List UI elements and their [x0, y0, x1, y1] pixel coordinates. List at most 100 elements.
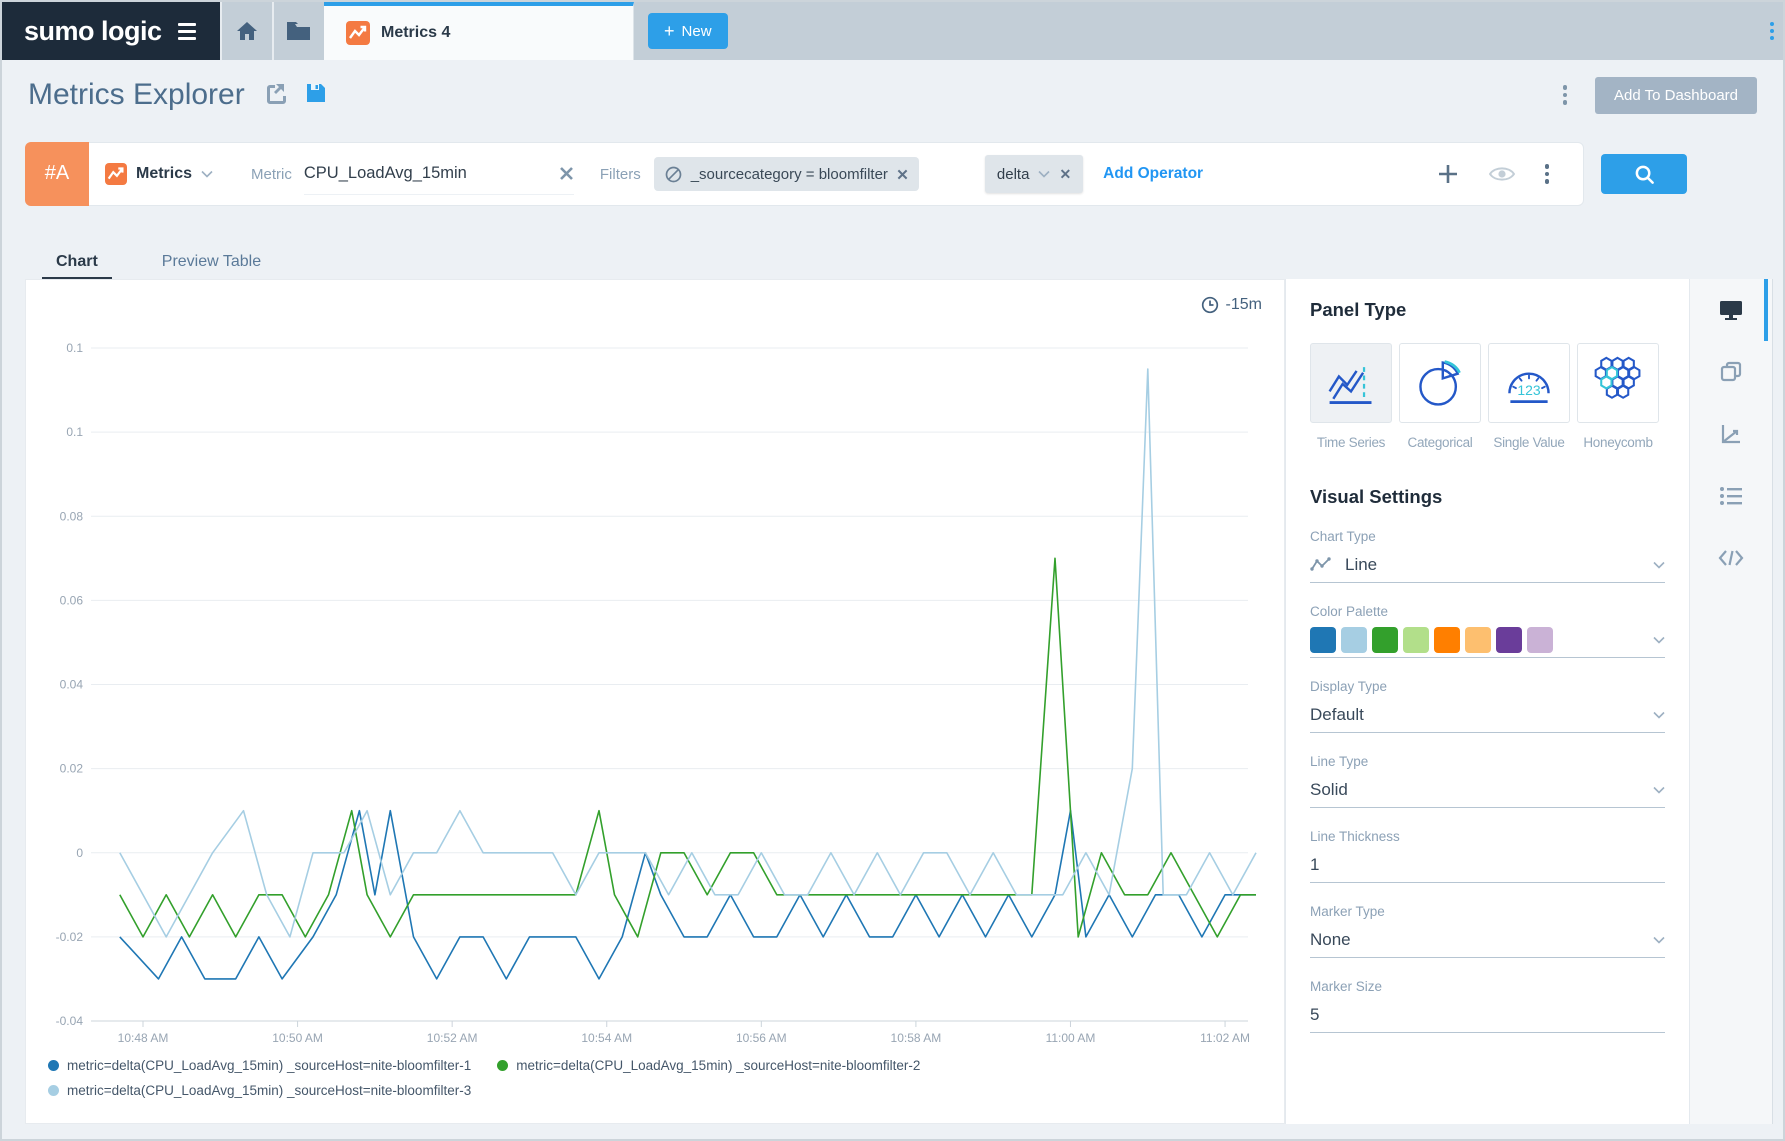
clear-metric-icon[interactable]	[559, 166, 574, 181]
legend-dot	[48, 1060, 59, 1071]
y-axis-tick-label: -0.04	[56, 1014, 84, 1028]
legend-entry[interactable]: metric=delta(CPU_LoadAvg_15min) _sourceH…	[48, 1058, 471, 1073]
remove-operator-icon[interactable]: ✕	[1059, 166, 1071, 183]
visibility-eye-icon[interactable]	[1489, 165, 1515, 183]
time-range-label: -15m	[1226, 296, 1262, 314]
time-range-control[interactable]: -15m	[1201, 296, 1262, 314]
metric-field: Metric CPU_LoadAvg_15min	[251, 153, 574, 195]
rail-legend-list-button[interactable]	[1690, 465, 1772, 527]
new-button[interactable]: + New	[648, 13, 728, 49]
panel-type-single-value[interactable]: 123	[1488, 343, 1570, 423]
add-to-dashboard-button[interactable]: Add To Dashboard	[1595, 77, 1757, 114]
list-icon	[1719, 486, 1743, 506]
panel-type-honeycomb[interactable]	[1577, 343, 1659, 423]
add-operator-link[interactable]: Add Operator	[1103, 165, 1203, 183]
metric-input[interactable]: CPU_LoadAvg_15min	[304, 164, 559, 183]
palette-swatch	[1527, 627, 1553, 653]
legend-entry[interactable]: metric=delta(CPU_LoadAvg_15min) _sourceH…	[48, 1083, 471, 1098]
page-title: Metrics Explorer	[28, 78, 245, 112]
chart-type-select[interactable]: Line	[1310, 553, 1665, 583]
visual-settings-title: Visual Settings	[1310, 486, 1665, 508]
top-bar: sumo logic Metrics 4 + New	[2, 2, 1783, 60]
open-in-new-button[interactable]	[263, 81, 287, 110]
line-chart-icon	[1310, 557, 1332, 572]
time-series-plot[interactable]: 0.10.10.080.060.040.020-0.02-0.0410:48 A…	[26, 280, 1284, 1052]
add-query-icon[interactable]	[1437, 163, 1459, 185]
categorical-pie-icon	[1412, 356, 1468, 410]
overlapping-panels-icon	[1719, 360, 1743, 384]
chart-legend: metric=delta(CPU_LoadAvg_15min) _sourceH…	[48, 1058, 920, 1098]
metric-field-label: Metric	[251, 166, 292, 183]
tab-metrics-4[interactable]: Metrics 4	[324, 2, 634, 60]
monitor-icon	[1718, 298, 1744, 322]
rail-overlay-button[interactable]	[1690, 341, 1772, 403]
display-type-select[interactable]: Default	[1310, 703, 1665, 733]
palette-swatches	[1310, 627, 1553, 653]
library-button[interactable]	[272, 2, 324, 60]
line-thickness-input[interactable]: 1	[1310, 853, 1665, 883]
series-line-1[interactable]	[120, 811, 1256, 979]
chart-axes-icon	[1719, 422, 1743, 446]
query-kebab-menu[interactable]	[1545, 164, 1550, 184]
operator-chip-delta[interactable]: delta ✕	[985, 155, 1083, 193]
line-type-select[interactable]: Solid	[1310, 778, 1665, 808]
x-axis-tick-label: 10:48 AM	[118, 1031, 169, 1045]
legend-label: metric=delta(CPU_LoadAvg_15min) _sourceH…	[67, 1083, 471, 1098]
metrics-icon	[105, 163, 127, 185]
legend-entry[interactable]: metric=delta(CPU_LoadAvg_15min) _sourceH…	[497, 1058, 920, 1073]
panel-type-categorical[interactable]	[1399, 343, 1481, 423]
chevron-down-icon	[1653, 711, 1665, 719]
time-series-icon	[1323, 356, 1379, 410]
remove-filter-icon[interactable]	[897, 169, 908, 180]
palette-swatch	[1372, 627, 1398, 653]
header-row: Metrics Explorer Add To Dashboard	[2, 60, 1783, 130]
filter-chip[interactable]: _sourcecategory = bloomfilter	[654, 157, 919, 191]
panel-type-time-series[interactable]	[1310, 343, 1392, 423]
series-line-2[interactable]	[120, 558, 1256, 937]
color-palette-field: Color Palette	[1310, 604, 1665, 658]
hamburger-menu-icon[interactable]	[178, 23, 196, 40]
sumo-logic-logo[interactable]: sumo logic	[2, 2, 220, 60]
y-axis-tick-label: 0.1	[66, 425, 83, 439]
home-button[interactable]	[220, 2, 272, 60]
query-row-actions	[1437, 163, 1584, 185]
display-type-label: Display Type	[1310, 679, 1665, 694]
legend-label: metric=delta(CPU_LoadAvg_15min) _sourceH…	[67, 1058, 471, 1073]
tab-chart[interactable]: Chart	[42, 246, 112, 280]
color-palette-select[interactable]	[1310, 628, 1665, 658]
tab-preview-table[interactable]: Preview Table	[148, 246, 275, 280]
operator-chip-label: delta	[997, 166, 1030, 183]
legend-dot	[497, 1060, 508, 1071]
legend-label: metric=delta(CPU_LoadAvg_15min) _sourceH…	[516, 1058, 920, 1073]
marker-type-select[interactable]: None	[1310, 928, 1665, 958]
topbar-kebab-menu[interactable]	[1770, 22, 1774, 40]
filters-field: Filters _sourcecategory = bloomfilter	[600, 153, 919, 195]
honeycomb-icon	[1590, 356, 1646, 410]
header-kebab-menu[interactable]	[1563, 85, 1568, 105]
home-icon	[235, 19, 259, 43]
series-line-3[interactable]	[120, 369, 1256, 937]
marker-size-field: Marker Size 5	[1310, 979, 1665, 1033]
marker-size-input[interactable]: 5	[1310, 1003, 1665, 1033]
marker-type-field: Marker Type None	[1310, 904, 1665, 958]
line-type-value: Solid	[1310, 780, 1348, 800]
palette-swatch	[1341, 627, 1367, 653]
line-thickness-field: Line Thickness 1	[1310, 829, 1665, 883]
panel-type-label: Single Value	[1488, 435, 1570, 450]
y-axis-tick-label: 0.08	[60, 509, 84, 523]
marker-size-label: Marker Size	[1310, 979, 1665, 994]
y-axis-tick-label: -0.02	[56, 930, 84, 944]
metrics-tab-icon	[346, 21, 370, 45]
legend-dot	[48, 1085, 59, 1096]
search-button[interactable]	[1601, 154, 1687, 194]
x-axis-tick-label: 10:58 AM	[891, 1031, 942, 1045]
line-thickness-label: Line Thickness	[1310, 829, 1665, 844]
query-row: #A Metrics Metric CPU_LoadAvg_15min Filt…	[25, 142, 1584, 206]
rail-panel-view-button[interactable]	[1690, 279, 1772, 341]
save-button[interactable]	[305, 82, 327, 109]
datasource-select[interactable]: Metrics	[105, 163, 213, 185]
rail-axes-button[interactable]	[1690, 403, 1772, 465]
rail-code-button[interactable]	[1690, 527, 1772, 589]
y-axis-tick-label: 0.02	[60, 762, 84, 776]
settings-panel: Panel Type	[1285, 279, 1689, 1124]
